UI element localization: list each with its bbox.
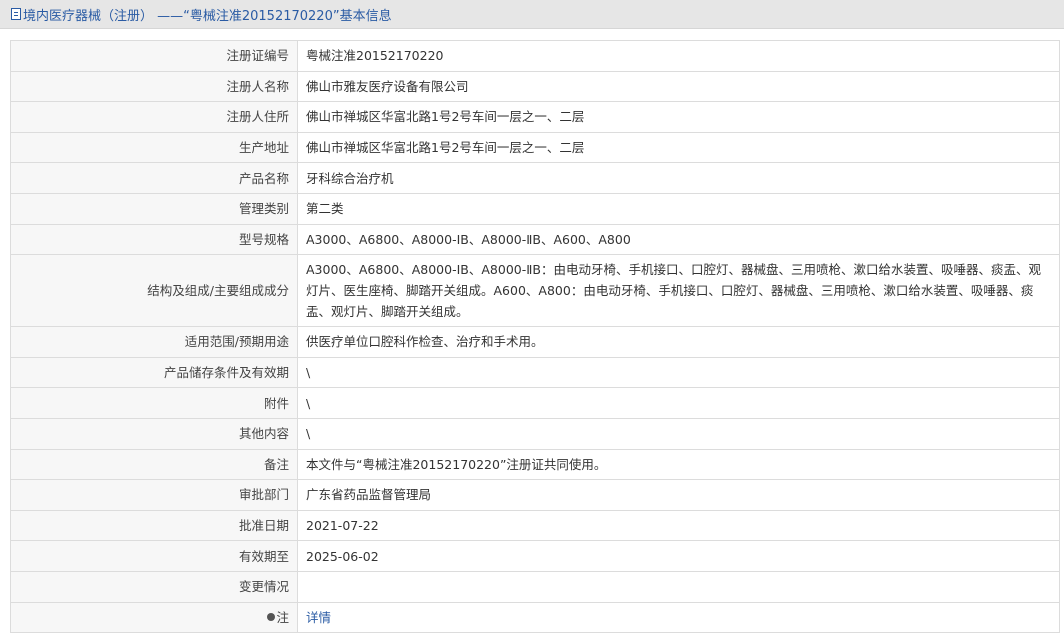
row-label: 型号规格 (10, 223, 298, 256)
row-label: 批准日期 (10, 509, 298, 542)
table-row: 生产地址 佛山市禅城区华富北路1号2号车间一层之一、二层 (10, 131, 1060, 164)
row-label: 管理类别 (10, 192, 298, 225)
lightbulb-icon (267, 612, 276, 621)
row-value: \ (297, 356, 1060, 389)
row-value: A3000、A6800、A8000-IB、A8000-ⅡB、A600、A800 (297, 223, 1060, 256)
info-table: 注册证编号 粤械注准20152170220 注册人名称 佛山市雅友医疗设备有限公… (10, 40, 1060, 634)
row-value: 佛山市雅友医疗设备有限公司 (297, 70, 1060, 103)
note-label: 注 (276, 609, 289, 625)
table-row: 附件 \ (10, 387, 1060, 419)
table-row: 变更情况 (10, 570, 1060, 603)
row-label: 其他内容 (10, 417, 298, 450)
row-value: 2021-07-22 (297, 509, 1060, 542)
row-label: 结构及组成/主要组成成分 (10, 254, 298, 328)
row-value: \ (297, 417, 1060, 450)
row-label: 有效期至 (10, 540, 298, 572)
table-row: 注册证编号 粤械注准20152170220 (10, 40, 1060, 72)
page-header: 境内医疗器械（注册） ——“粤械注准20152170220”基本信息 (0, 0, 1064, 29)
row-label: 生产地址 (10, 131, 298, 164)
table-row: 结构及组成/主要组成成分 A3000、A6800、A8000-ⅠB、A8000-… (10, 254, 1060, 328)
row-value (297, 570, 1060, 603)
row-label: 适用范围/预期用途 (10, 326, 298, 358)
row-value: 粤械注准20152170220 (297, 40, 1060, 72)
table-row: 其他内容 \ (10, 417, 1060, 450)
row-value: 佛山市禅城区华富北路1号2号车间一层之一、二层 (297, 101, 1060, 133)
row-value: A3000、A6800、A8000-ⅠB、A8000-ⅡB：由电动牙椅、手机接口… (297, 254, 1060, 328)
table-row: 适用范围/预期用途 供医疗单位口腔科作检查、治疗和手术用。 (10, 326, 1060, 358)
row-label: 备注 (10, 448, 298, 481)
row-value: \ (297, 387, 1060, 419)
note-value-cell: 详情 (297, 601, 1060, 634)
table-row: 型号规格 A3000、A6800、A8000-IB、A8000-ⅡB、A600、… (10, 223, 1060, 256)
table-row: 注册人名称 佛山市雅友医疗设备有限公司 (10, 70, 1060, 103)
row-label: 变更情况 (10, 570, 298, 603)
row-label: 注册人住所 (10, 101, 298, 133)
table-row: 审批部门 广东省药品监督管理局 (10, 479, 1060, 511)
document-icon (11, 8, 21, 20)
details-link[interactable]: 详情 (306, 610, 331, 625)
row-value: 牙科综合治疗机 (297, 162, 1060, 194)
table-row: 注 详情 (10, 601, 1060, 634)
row-label: 注册人名称 (10, 70, 298, 103)
row-label: 审批部门 (10, 479, 298, 511)
row-label: 附件 (10, 387, 298, 419)
row-value: 第二类 (297, 192, 1060, 225)
row-label: 产品储存条件及有效期 (10, 356, 298, 389)
table-row: 有效期至 2025-06-02 (10, 540, 1060, 572)
row-value: 2025-06-02 (297, 540, 1060, 572)
table-row: 管理类别 第二类 (10, 192, 1060, 225)
table-row: 批准日期 2021-07-22 (10, 509, 1060, 542)
table-row: 产品储存条件及有效期 \ (10, 356, 1060, 389)
table-row: 备注 本文件与“粤械注准20152170220”注册证共同使用。 (10, 448, 1060, 481)
row-value: 广东省药品监督管理局 (297, 479, 1060, 511)
row-value: 佛山市禅城区华富北路1号2号车间一层之一、二层 (297, 131, 1060, 164)
row-value: 本文件与“粤械注准20152170220”注册证共同使用。 (297, 448, 1060, 481)
note-label-cell: 注 (10, 601, 298, 634)
table-row: 产品名称 牙科综合治疗机 (10, 162, 1060, 194)
page-title: 境内医疗器械（注册） ——“粤械注准20152170220”基本信息 (23, 8, 392, 24)
row-label: 注册证编号 (10, 40, 298, 72)
table-row: 注册人住所 佛山市禅城区华富北路1号2号车间一层之一、二层 (10, 101, 1060, 133)
row-label: 产品名称 (10, 162, 298, 194)
row-value: 供医疗单位口腔科作检查、治疗和手术用。 (297, 326, 1060, 358)
